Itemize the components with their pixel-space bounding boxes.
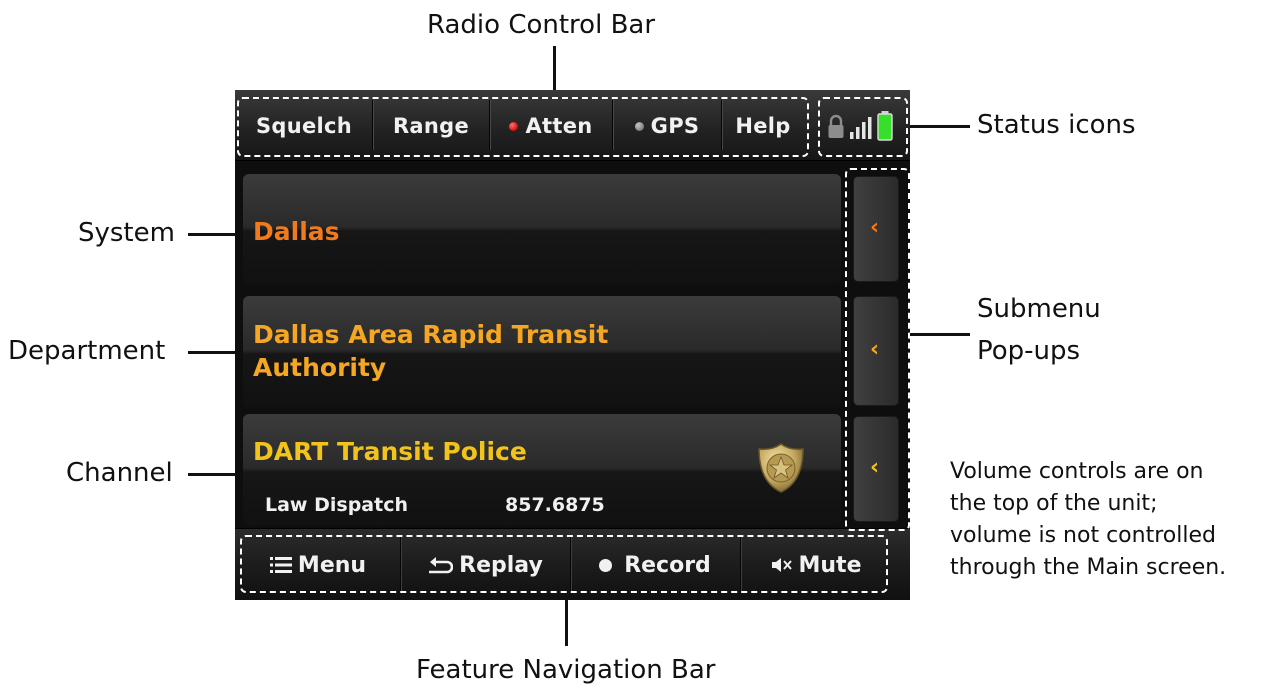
channel-service-type: Law Dispatch [265,494,408,516]
system-leader [188,233,242,236]
feature-navigation-bar-outline [240,535,888,593]
submenu-leader [910,333,970,336]
department-row[interactable]: Dallas Area Rapid Transit Authority [243,296,841,408]
radio-control-bar-callout: Radio Control Bar [427,10,656,40]
volume-note-line: the top of the unit; [950,491,1158,516]
feature-navigation-bar-callout: Feature Navigation Bar [416,655,716,685]
system-callout: System [78,218,175,248]
channel-frequency: 857.6875 [505,494,605,516]
radio-control-bar-leader [553,46,556,96]
volume-note-line: Volume controls are on [950,459,1204,484]
submenu-callout-line2: Pop-ups [977,336,1081,366]
system-name: Dallas [253,217,340,246]
channel-leader [188,473,242,476]
submenu-callout-line1: Submenu [977,294,1101,324]
channel-callout: Channel [66,458,173,488]
status-icons-outline [818,97,908,157]
department-name-line2: Authority [253,353,387,382]
channel-row[interactable]: DART Transit Police Law Dispatch 857.687… [243,414,841,526]
scanner-main-screen: Squelch Range Atten GPS Help Dallas Dall… [235,90,910,600]
channel-name: DART Transit Police [253,437,527,466]
system-row[interactable]: Dallas [243,174,841,284]
department-callout: Department [8,336,166,366]
police-badge-icon [758,443,804,493]
feature-navigation-bar-leader [565,598,568,646]
submenu-tabs-outline [845,168,910,531]
status-icons-callout: Status icons [977,110,1136,140]
department-leader [188,351,242,354]
volume-note-line: through the Main screen. [950,555,1227,580]
status-icons-leader [910,125,970,128]
radio-control-bar-outline [237,97,809,157]
department-name-line1: Dallas Area Rapid Transit [253,320,609,349]
volume-note-line: volume is not controlled [950,523,1216,548]
